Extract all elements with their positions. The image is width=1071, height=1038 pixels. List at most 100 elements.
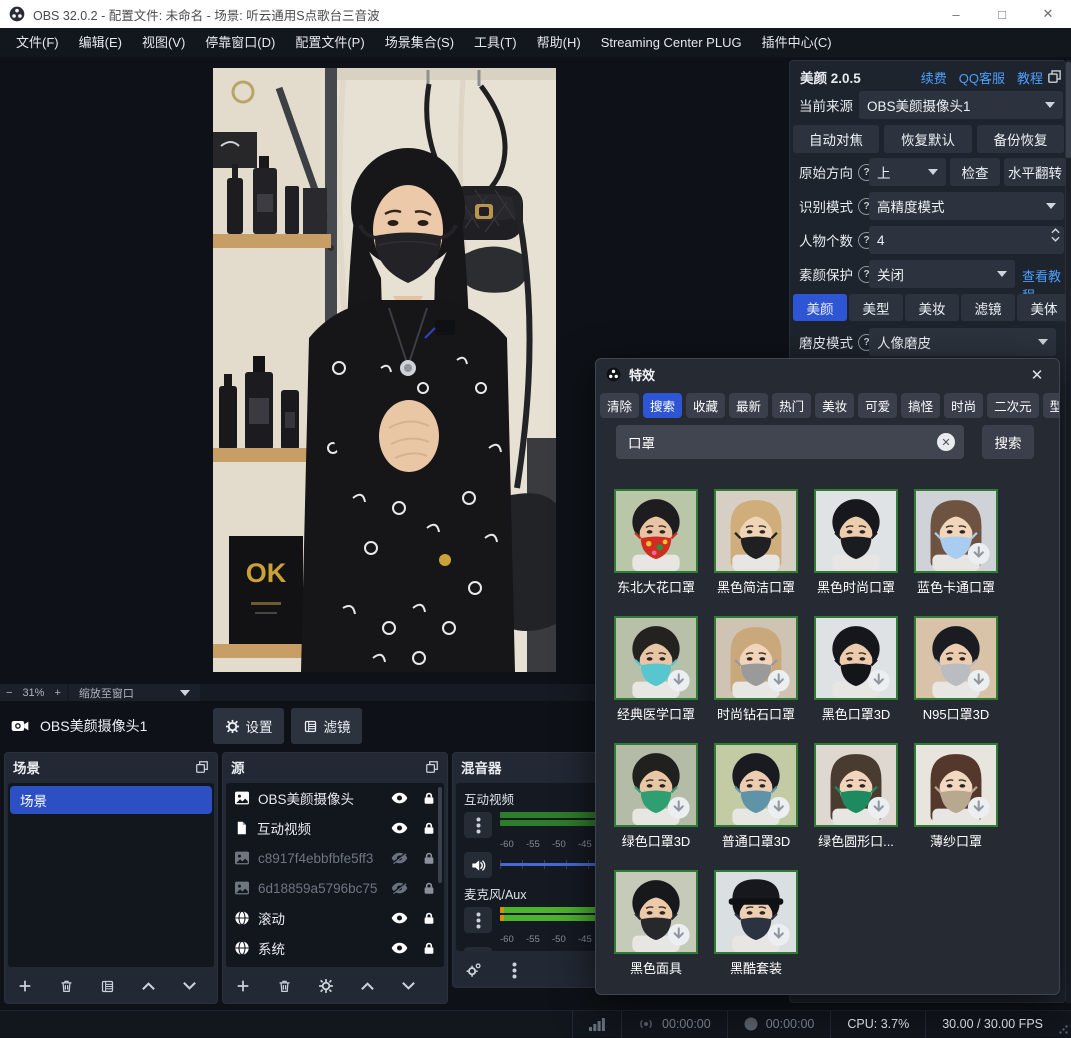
beauty-scrollbar[interactable] — [1066, 60, 1071, 1003]
properties-gear-icon[interactable] — [318, 978, 334, 994]
clear-search-icon[interactable]: ✕ — [937, 433, 955, 451]
effect-item[interactable]: 蓝色卡通口罩 — [914, 489, 998, 596]
scene-item[interactable]: 场景 — [10, 786, 212, 814]
renew-link[interactable]: 续费 — [921, 68, 947, 87]
tutorial-link[interactable]: 教程 — [1017, 68, 1043, 87]
resize-grip[interactable] — [1059, 1025, 1068, 1034]
beauty-tab-滤镜[interactable]: 滤镜 — [961, 294, 1015, 321]
source-row[interactable]: c8917f4ebbfbfe5ff3 — [226, 843, 444, 873]
source-row[interactable]: 滚动 — [226, 903, 444, 933]
source-settings-button[interactable]: 设置 — [213, 708, 284, 744]
menu-item-2[interactable]: 视图(V) — [132, 28, 195, 57]
maximize-button[interactable]: □ — [979, 0, 1025, 28]
effect-item[interactable]: 黑色口罩3D — [814, 616, 898, 723]
channel-menu-button[interactable] — [464, 812, 492, 838]
lock-icon[interactable] — [422, 941, 436, 956]
close-button[interactable]: ✕ — [1025, 0, 1071, 28]
sources-scrollbar[interactable] — [438, 787, 442, 883]
menu-item-9[interactable]: 插件中心(C) — [752, 28, 842, 57]
remove-trash-icon[interactable] — [277, 978, 292, 994]
menu-item-8[interactable]: Streaming Center PLUG — [591, 28, 752, 57]
lock-icon[interactable] — [422, 851, 436, 866]
protect-select[interactable]: 关闭 — [869, 260, 1015, 288]
effects-tab-型男[interactable]: 型男 — [1043, 393, 1060, 418]
lock-icon[interactable] — [422, 821, 436, 836]
menu-item-0[interactable]: 文件(F) — [6, 28, 69, 57]
move-up-icon[interactable] — [141, 981, 156, 991]
visibility-eye-icon[interactable] — [391, 821, 408, 835]
source-row[interactable]: 6d18859a5796bc75 — [226, 873, 444, 903]
zoom-in-button[interactable]: + — [54, 687, 60, 699]
person-count-spinner[interactable]: 4 — [869, 226, 1064, 254]
effects-tab-搞怪[interactable]: 搞怪 — [901, 393, 940, 418]
mute-speaker-button[interactable] — [464, 852, 492, 878]
orientation-select[interactable]: 上 — [869, 158, 946, 186]
source-row[interactable] — [226, 963, 444, 967]
filter-icon[interactable] — [100, 979, 115, 994]
lock-icon[interactable] — [422, 791, 436, 806]
source-row[interactable]: 系统 — [226, 933, 444, 963]
effect-item[interactable]: 时尚钻石口罩 — [714, 616, 798, 723]
source-row[interactable]: OBS美颜摄像头 — [226, 783, 444, 813]
lock-icon[interactable] — [422, 881, 436, 896]
visibility-eye-off-icon[interactable] — [391, 851, 408, 865]
spin-up-icon[interactable] — [1051, 228, 1060, 234]
search-input[interactable]: 口罩 ✕ — [616, 425, 964, 459]
menu-item-4[interactable]: 配置文件(P) — [285, 28, 374, 57]
advanced-audio-icon[interactable] — [465, 962, 482, 979]
close-icon[interactable]: ✕ — [1025, 363, 1049, 387]
effects-tab-收藏[interactable]: 收藏 — [686, 393, 725, 418]
spin-down-icon[interactable] — [1051, 236, 1060, 242]
effect-item[interactable]: 黑色时尚口罩 — [814, 489, 898, 596]
effect-item[interactable]: 绿色圆形口... — [814, 743, 898, 850]
visibility-eye-icon[interactable] — [391, 911, 408, 925]
restore-defaults-button[interactable]: 恢复默认 — [884, 125, 972, 153]
effects-tab-可爱[interactable]: 可爱 — [858, 393, 897, 418]
visibility-eye-off-icon[interactable] — [391, 881, 408, 895]
speaker-icon[interactable] — [470, 858, 487, 873]
effect-item[interactable]: 黑色简洁口罩 — [714, 489, 798, 596]
effect-item[interactable]: 东北大花口罩 — [614, 489, 698, 596]
menu-item-3[interactable]: 停靠窗口(D) — [195, 28, 285, 57]
remove-trash-icon[interactable] — [59, 978, 74, 994]
menu-item-1[interactable]: 编辑(E) — [69, 28, 132, 57]
qq-support-link[interactable]: QQ客服 — [959, 68, 1005, 87]
add-icon[interactable] — [17, 978, 33, 994]
backup-restore-button[interactable]: 备份恢复 — [977, 125, 1064, 153]
effects-tab-美妆[interactable]: 美妆 — [815, 393, 854, 418]
effect-item[interactable]: N95口罩3D — [914, 616, 998, 723]
preview-video[interactable]: OK — [213, 68, 556, 672]
beauty-tab-美体[interactable]: 美体 — [1017, 294, 1067, 321]
source-filters-button[interactable]: 滤镜 — [291, 708, 362, 744]
current-source-select[interactable]: OBS美颜摄像头1 — [859, 91, 1063, 119]
zoom-fit-select[interactable]: 缩放至窗口 — [69, 684, 200, 701]
lock-icon[interactable] — [422, 911, 436, 926]
search-button[interactable]: 搜索 — [982, 425, 1034, 459]
visibility-eye-icon[interactable] — [391, 941, 408, 955]
horizontal-flip-button[interactable]: 水平翻转 — [1004, 158, 1066, 186]
menu-item-6[interactable]: 工具(T) — [464, 28, 527, 57]
effect-item[interactable]: 黑色面具 — [614, 870, 698, 977]
popout-dock-icon[interactable] — [425, 760, 439, 774]
effect-item[interactable]: 黑酷套装 — [714, 870, 798, 977]
skin-mode-select[interactable]: 人像磨皮 — [869, 328, 1056, 356]
visibility-eye-icon[interactable] — [391, 791, 408, 805]
effect-item[interactable]: 绿色口罩3D — [614, 743, 698, 850]
effects-tab-热门[interactable]: 热门 — [772, 393, 811, 418]
move-down-icon[interactable] — [401, 981, 416, 991]
popout-dock-icon[interactable] — [195, 760, 209, 774]
effects-tab-二次元[interactable]: 二次元 — [987, 393, 1039, 418]
mixer-menu-icon[interactable] — [512, 962, 517, 979]
effects-tab-搜索[interactable]: 搜索 — [643, 393, 682, 418]
move-down-icon[interactable] — [182, 981, 197, 991]
check-button[interactable]: 检查 — [950, 158, 1000, 186]
zoom-out-button[interactable]: − — [6, 687, 12, 699]
autofocus-button[interactable]: 自动对焦 — [793, 125, 879, 153]
source-row[interactable]: 互动视频 — [226, 813, 444, 843]
beauty-tab-美颜[interactable]: 美颜 — [793, 294, 847, 321]
effects-tab-最新[interactable]: 最新 — [729, 393, 768, 418]
popout-dock-icon[interactable] — [1047, 69, 1062, 84]
menu-item-5[interactable]: 场景集合(S) — [375, 28, 464, 57]
effect-item[interactable]: 经典医学口罩 — [614, 616, 698, 723]
recognition-mode-select[interactable]: 高精度模式 — [869, 192, 1064, 220]
